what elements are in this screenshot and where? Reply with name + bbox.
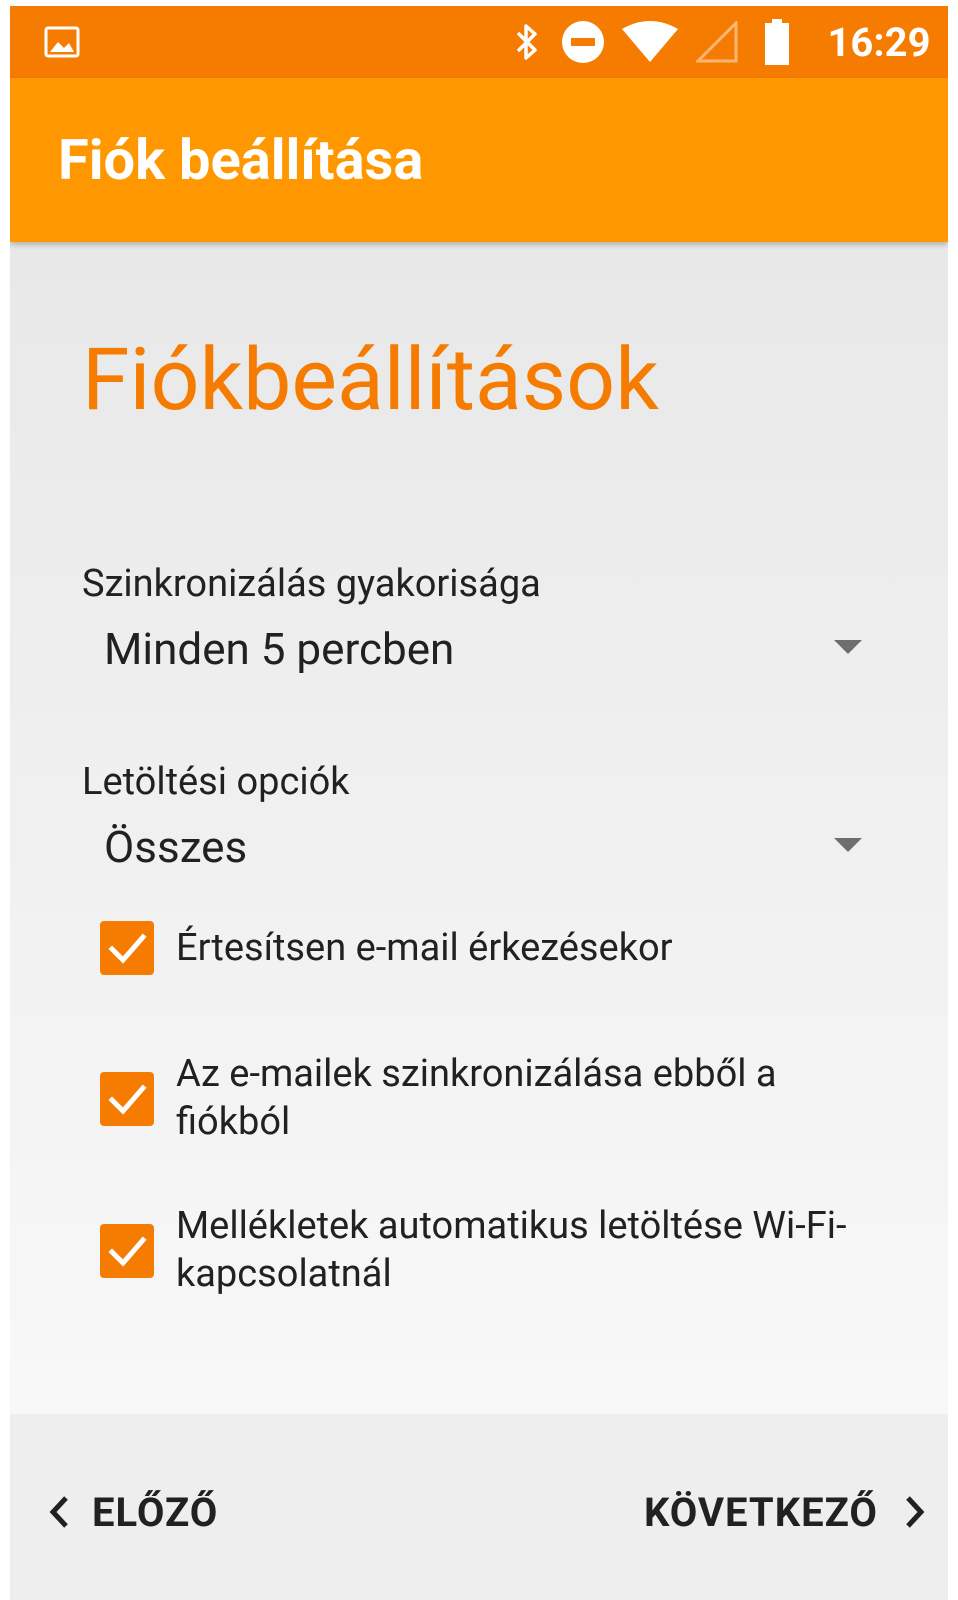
download-options-dropdown[interactable]: Összes (104, 812, 874, 882)
notify-email-checkbox-row[interactable]: Értesítsen e-mail érkezésekor (100, 918, 860, 978)
no-signal-icon (694, 6, 740, 78)
checkbox-checked-icon[interactable] (100, 921, 154, 975)
chevron-right-icon (904, 1494, 926, 1530)
page-title: Fiókbeállítások (82, 329, 659, 430)
chevron-left-icon (48, 1494, 70, 1530)
dropdown-arrow-icon (834, 640, 862, 654)
checkbox-checked-icon[interactable] (100, 1224, 154, 1278)
next-button-label: KÖVETKEZŐ (643, 1488, 878, 1536)
app-bar: Fiók beállítása (10, 78, 948, 242)
checkbox-checked-icon[interactable] (100, 1072, 154, 1126)
checkbox-label: Értesítsen e-mail érkezésekor (176, 926, 673, 970)
app-bar-title: Fiók beállítása (58, 127, 424, 193)
sync-frequency-dropdown[interactable]: Minden 5 percben (104, 614, 874, 684)
dropdown-arrow-icon (834, 838, 862, 852)
sync-frequency-label: Szinkronizálás gyakorisága (82, 562, 541, 606)
status-bar: 16:29 (10, 6, 948, 78)
checkbox-label: Mellékletek automatikus letöltése Wi-Fi-… (176, 1204, 847, 1296)
sync-frequency-value: Minden 5 percben (104, 623, 455, 675)
download-options-label: Letöltési opciók (82, 760, 350, 804)
account-settings-form: Fiókbeállítások Szinkronizálás gyakorisá… (10, 242, 948, 1414)
previous-button-label: ELŐZŐ (92, 1488, 219, 1536)
navigation-bar: ELŐZŐ KÖVETKEZŐ (10, 1414, 948, 1600)
wifi-icon (618, 6, 682, 78)
do-not-disturb-icon (558, 6, 608, 78)
screen: 16:29 Fiók beállítása Fiókbeállítások Sz… (10, 6, 948, 1600)
bluetooth-icon (510, 6, 544, 78)
download-attachments-checkbox-row[interactable]: Mellékletek automatikus letöltése Wi-Fi-… (100, 1202, 860, 1302)
download-options-value: Összes (104, 821, 248, 873)
previous-button[interactable]: ELŐZŐ (48, 1482, 218, 1542)
clock: 16:29 (827, 18, 931, 66)
next-button[interactable]: KÖVETKEZŐ (644, 1482, 926, 1542)
checkbox-label: Az e-mailek szinkronizálása ebből a fiók… (176, 1052, 777, 1144)
sync-emails-checkbox-row[interactable]: Az e-mailek szinkronizálása ebből a fiók… (100, 1050, 860, 1150)
battery-icon (762, 6, 792, 78)
image-notification-icon (40, 6, 84, 78)
